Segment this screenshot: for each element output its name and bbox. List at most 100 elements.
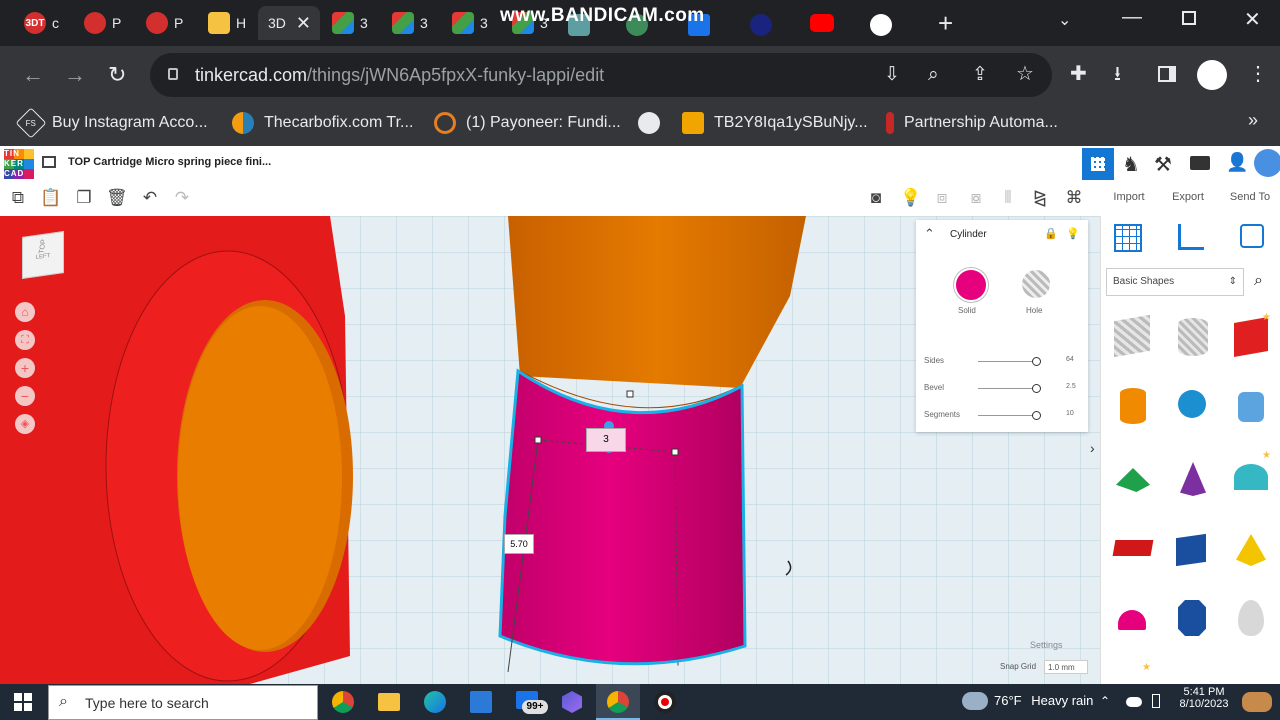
delete-icon[interactable]: 🗑 — [106, 188, 128, 208]
side-panel-icon[interactable] — [1158, 66, 1176, 82]
browser-tab[interactable]: H — [198, 6, 260, 40]
chrome-menu-icon[interactable]: ⋮ — [1248, 63, 1268, 85]
polygon-shape[interactable] — [1176, 533, 1206, 567]
collapse-chevron-icon[interactable]: ⌃ — [924, 226, 935, 242]
chrome-taskbar-active[interactable] — [596, 684, 640, 720]
text-shape[interactable] — [1112, 540, 1154, 556]
taskbar-clock[interactable]: 5:41 PM 8/10/2023 — [1176, 686, 1232, 710]
scribble-shape[interactable] — [1238, 392, 1264, 422]
shape-library-dropdown[interactable]: Basic Shapes ⇕ — [1106, 268, 1244, 296]
segments-slider[interactable] — [1032, 411, 1041, 420]
sphere-shape[interactable] — [1178, 390, 1206, 418]
bricks-view-icon[interactable]: ⚒ — [1154, 152, 1172, 177]
more-bookmarks-button[interactable]: » — [1248, 110, 1258, 131]
reload-button[interactable]: ↻ — [108, 64, 126, 86]
ungroup-icon[interactable]: ⧇ — [966, 188, 986, 208]
tray-chevron-icon[interactable]: ⌃ — [1100, 694, 1110, 708]
notes-icon[interactable]: ◙ — [866, 188, 886, 208]
onedrive-icon[interactable] — [1126, 697, 1142, 707]
paste-icon[interactable]: 📋 — [40, 188, 61, 208]
minimize-button[interactable]: — — [1122, 6, 1142, 29]
close-tab-icon[interactable]: ✕ — [296, 13, 311, 34]
youtube-favicon[interactable] — [810, 14, 834, 32]
tinkercad-logo[interactable]: TIN KER CAD — [4, 149, 34, 179]
hexagonal-prism-shape[interactable] — [1178, 600, 1206, 636]
zoom-out-icon[interactable]: − — [15, 386, 35, 406]
weather-icon[interactable] — [962, 692, 988, 710]
bookmark-item[interactable]: FS Buy Instagram Acco... — [15, 107, 208, 139]
align-icon[interactable]: ⫴ — [998, 188, 1018, 208]
battery-icon[interactable] — [1152, 694, 1160, 708]
new-tab-button[interactable]: + — [938, 8, 953, 39]
send-to-button[interactable]: Send To — [1222, 182, 1278, 212]
duplicate-icon[interactable]: ❐ — [74, 188, 94, 208]
browser-tab[interactable]: 3 — [322, 6, 384, 40]
back-button[interactable]: ← — [22, 64, 44, 86]
notes-tool-icon[interactable] — [1240, 224, 1264, 248]
zoom-icon[interactable]: ⌕ — [928, 64, 939, 86]
ruler-icon[interactable] — [1178, 224, 1204, 250]
downloads-icon[interactable]: ⭳ — [1114, 63, 1121, 85]
group-icon[interactable]: ⧈ — [932, 188, 952, 208]
round-roof-shape[interactable] — [1234, 464, 1268, 490]
browser-tab[interactable]: 3 — [442, 6, 504, 40]
install-app-icon[interactable]: ⇩ — [884, 64, 900, 86]
bandicam-record-icon[interactable] — [654, 691, 676, 713]
bevel-value[interactable]: 2.5 — [1066, 383, 1076, 390]
3d-view-button[interactable] — [1082, 148, 1114, 180]
bookmark-star-icon[interactable]: ☆ — [1016, 63, 1034, 85]
profile-avatar[interactable] — [1197, 60, 1227, 90]
zoom-in-icon[interactable]: + — [15, 358, 35, 378]
hide-shape-icon[interactable]: 💡 — [1066, 227, 1080, 240]
bevel-slider[interactable] — [1032, 384, 1041, 393]
design-title[interactable]: TOP Cartridge Micro spring piece fini... — [68, 156, 271, 168]
settings-link[interactable]: Settings — [1030, 640, 1063, 650]
taskbar-search[interactable]: ⌕ Type here to search — [48, 685, 318, 720]
home-view-icon[interactable]: ⌂ — [15, 302, 35, 322]
tab-search-icon[interactable]: ⌄ — [1058, 10, 1071, 30]
cruise-icon[interactable]: ⌘ — [1064, 188, 1084, 208]
maximize-button[interactable] — [1182, 11, 1196, 25]
notification-icon[interactable] — [1242, 692, 1272, 712]
bookmark-item[interactable]: Partnership Automa... — [886, 112, 1058, 134]
collapse-panel-icon[interactable]: › — [1090, 440, 1095, 456]
bookmark-item[interactable]: (1) Payoneer: Fundi... — [434, 112, 621, 134]
browser-tab-active[interactable]: 3D ✕ — [258, 6, 320, 40]
browser-tab[interactable]: 3DT c — [14, 6, 76, 40]
copy-icon[interactable]: ⧉ — [8, 188, 28, 208]
solid-color-button[interactable] — [954, 268, 988, 302]
half-sphere-shape[interactable] — [1118, 610, 1146, 630]
forward-button[interactable]: → — [64, 64, 86, 86]
store-icon[interactable] — [470, 691, 492, 713]
bookmark-item[interactable]: TB2Y8Iqa1ySBuNjy... — [682, 112, 868, 134]
cylinder-hole-shape[interactable] — [1178, 318, 1208, 356]
lock-shape-icon[interactable]: 🔒 — [1044, 227, 1058, 240]
fit-view-icon[interactable]: ⛶ — [15, 330, 35, 350]
browser-tab[interactable]: 3 — [382, 6, 444, 40]
tab-favicon[interactable] — [750, 14, 772, 36]
file-explorer-icon[interactable] — [378, 693, 400, 711]
shape-search-icon[interactable]: ⌕ — [1254, 272, 1263, 290]
chrome-favicon[interactable] — [870, 14, 892, 36]
sides-value[interactable]: 64 — [1066, 356, 1074, 363]
bookmark-item[interactable]: Thecarbofix.com Tr... — [232, 112, 413, 134]
blocks-view-icon[interactable]: ♞ — [1122, 152, 1140, 177]
sim-lab-icon[interactable] — [1190, 156, 1210, 170]
chrome-taskbar-icon[interactable] — [332, 691, 354, 713]
snap-grid-select[interactable]: 1.0 mm — [1044, 660, 1088, 674]
paraboloid-shape[interactable] — [1238, 600, 1264, 636]
sides-slider[interactable] — [1032, 357, 1041, 366]
design-list-icon[interactable] — [42, 156, 56, 168]
browser-tab[interactable]: P — [136, 6, 198, 40]
hole-button[interactable] — [1022, 270, 1050, 298]
lock-icon[interactable] — [168, 68, 178, 80]
side-dimension-input[interactable]: 5.70 — [504, 534, 534, 554]
url-text[interactable]: tinkercad.com/things/jWN6Ap5fpxX-funky-l… — [195, 65, 604, 86]
export-button[interactable]: Export — [1160, 182, 1216, 212]
import-button[interactable]: Import — [1104, 182, 1154, 212]
segments-value[interactable]: 10 — [1066, 410, 1074, 417]
undo-icon[interactable]: ↶ — [140, 188, 160, 208]
mirror-icon[interactable]: ⧎ — [1030, 188, 1050, 208]
cylinder-shape[interactable] — [1120, 388, 1146, 424]
browser-tab[interactable]: P — [74, 6, 136, 40]
